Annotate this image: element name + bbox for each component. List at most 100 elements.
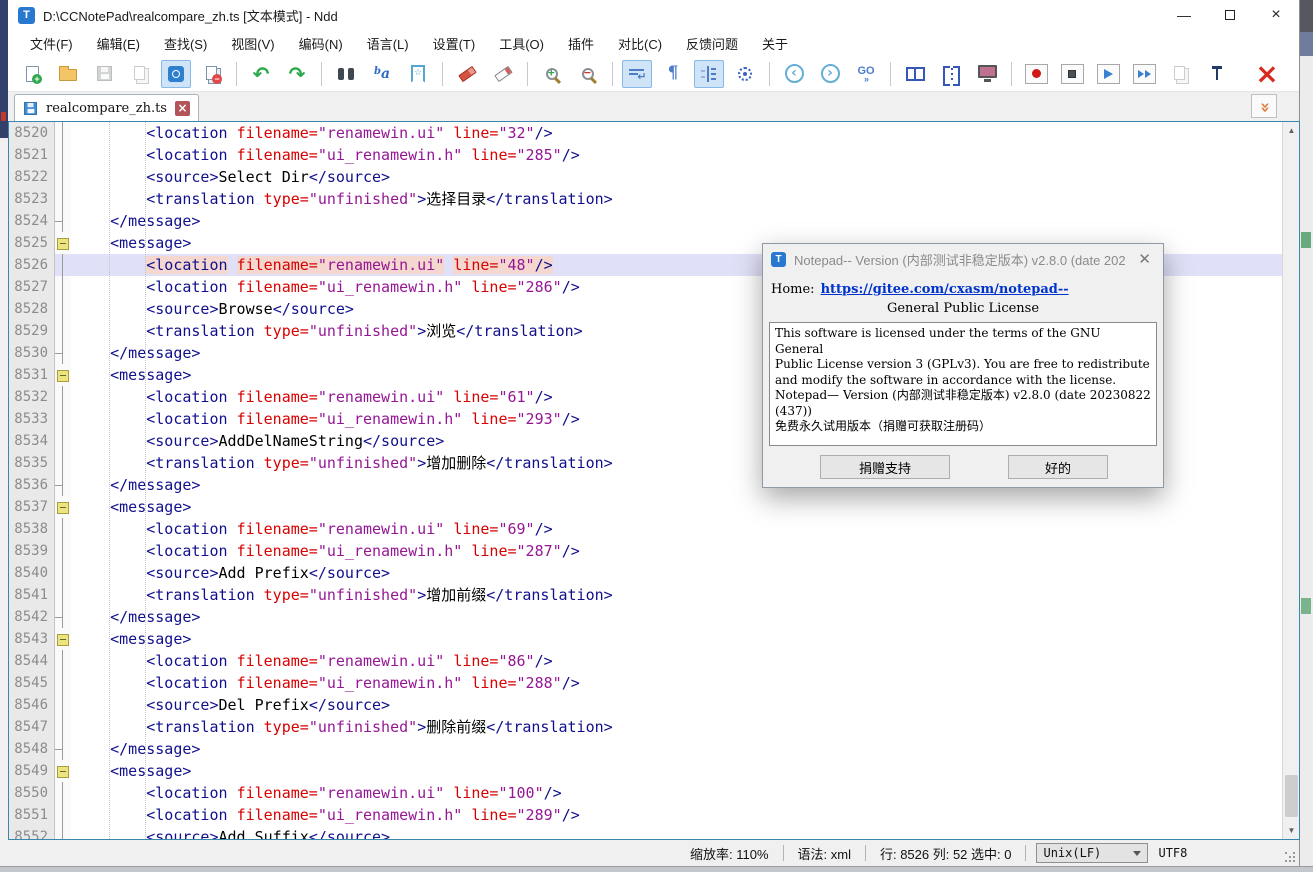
code-line[interactable]: 8548 </message>: [9, 738, 1282, 760]
code-line[interactable]: 8544 <location filename="renamewin.ui" l…: [9, 650, 1282, 672]
indent-guide-icon[interactable]: [694, 60, 724, 88]
code-line[interactable]: 8545 <location filename="ui_renamewin.h"…: [9, 672, 1282, 694]
bookmark-icon[interactable]: ☆: [403, 60, 433, 88]
show-symbol-icon[interactable]: ¶: [658, 60, 688, 88]
fold-marker-icon[interactable]: [55, 496, 71, 518]
menu-item-7[interactable]: 工具(O): [489, 31, 554, 56]
clear-history-icon[interactable]: [452, 60, 482, 88]
fold-margin: [55, 188, 71, 210]
license-line: and modify the software in accordance wi…: [775, 373, 1151, 389]
new-file-icon[interactable]: +: [17, 60, 47, 88]
menu-item-4[interactable]: 编码(N): [289, 31, 353, 56]
menu-item-1[interactable]: 编辑(E): [87, 31, 150, 56]
save-macro-icon[interactable]: [1165, 60, 1195, 88]
show-blank-icon[interactable]: [730, 60, 760, 88]
undo-icon[interactable]: ↶: [246, 60, 276, 88]
hide-toolbar-icon[interactable]: ×: [1252, 60, 1282, 88]
maximize-button[interactable]: [1207, 0, 1253, 30]
tab-list-chevron-icon[interactable]: »: [1251, 94, 1277, 118]
fold-margin: [55, 430, 71, 452]
code-line[interactable]: 8522 <source>Select Dir</source>: [9, 166, 1282, 188]
code-line[interactable]: 8551 <location filename="ui_renamewin.h"…: [9, 804, 1282, 826]
full-screen-icon[interactable]: [972, 60, 1002, 88]
file-compare-icon[interactable]: [161, 60, 191, 88]
code-text: <location filename="ui_renamewin.h" line…: [71, 540, 1282, 562]
code-line[interactable]: 8550 <location filename="renamewin.ui" l…: [9, 782, 1282, 804]
toolbar-right: ×: [1199, 60, 1285, 88]
nav-back-icon[interactable]: ‹: [779, 60, 809, 88]
document-map-icon[interactable]: [936, 60, 966, 88]
code-line[interactable]: 8521 <location filename="ui_renamewin.h"…: [9, 144, 1282, 166]
fold-margin: [55, 210, 71, 232]
zoom-in-icon[interactable]: +: [537, 60, 567, 88]
tab-realcompare[interactable]: realcompare_zh.ts ×: [14, 94, 199, 121]
donate-button[interactable]: 捐赠支持: [820, 455, 950, 479]
toolbar: +−↶↷ba☆+−↵¶‹›GO» ×: [8, 56, 1299, 92]
menu-item-8[interactable]: 插件: [558, 31, 604, 56]
stop-macro-icon[interactable]: [1057, 60, 1087, 88]
toolbar-separator: [769, 62, 770, 86]
pin-toolbar-icon[interactable]: [1202, 60, 1232, 88]
menu-item-0[interactable]: 文件(F): [20, 31, 83, 56]
code-line[interactable]: 8520 <location filename="renamewin.ui" l…: [9, 122, 1282, 144]
fold-margin: [55, 386, 71, 408]
close-document-icon[interactable]: −: [197, 60, 227, 88]
find-icon[interactable]: [331, 60, 361, 88]
menu-item-11[interactable]: 关于: [752, 31, 798, 56]
clear-marks-icon[interactable]: [488, 60, 518, 88]
menu-item-3[interactable]: 视图(V): [221, 31, 284, 56]
ok-button[interactable]: 好的: [1008, 455, 1108, 479]
tab-close-icon[interactable]: ×: [175, 101, 190, 116]
menu-item-5[interactable]: 语言(L): [357, 31, 419, 56]
code-line[interactable]: 8539 <location filename="ui_renamewin.h"…: [9, 540, 1282, 562]
menu-item-6[interactable]: 设置(T): [423, 31, 486, 56]
code-line[interactable]: 8524 </message>: [9, 210, 1282, 232]
code-line[interactable]: 8549 <message>: [9, 760, 1282, 782]
play-macro-icon[interactable]: [1093, 60, 1123, 88]
redo-icon[interactable]: ↷: [282, 60, 312, 88]
eol-select[interactable]: Unix(LF): [1036, 843, 1148, 863]
fold-marker-icon[interactable]: [55, 628, 71, 650]
open-file-icon[interactable]: [53, 60, 83, 88]
fold-marker-icon[interactable]: [55, 760, 71, 782]
scroll-down-icon[interactable]: ▼: [1283, 822, 1300, 839]
record-macro-icon[interactable]: [1021, 60, 1051, 88]
scroll-thumb[interactable]: [1285, 775, 1298, 817]
status-zoom: 缩放率: 110%: [676, 844, 783, 863]
menu-item-2[interactable]: 查找(S): [154, 31, 217, 56]
code-line[interactable]: 8552 <source>Add Suffix</source>: [9, 826, 1282, 840]
fold-marker-icon[interactable]: [55, 364, 71, 386]
license-line: (437)): [775, 404, 1151, 420]
code-line[interactable]: 8546 <source>Del Prefix</source>: [9, 694, 1282, 716]
vertical-scrollbar[interactable]: ▲ ▼: [1282, 122, 1299, 839]
dialog-home-row: Home:https://gitee.com/cxasm/notepad--: [771, 282, 1155, 297]
replace-icon[interactable]: ba: [367, 60, 397, 88]
nav-forward-icon[interactable]: ›: [815, 60, 845, 88]
line-number: 8543: [9, 628, 55, 650]
menu-item-10[interactable]: 反馈问题: [676, 31, 748, 56]
goto-line-icon[interactable]: GO»: [851, 60, 881, 88]
close-window-button[interactable]: ×: [1253, 0, 1299, 30]
code-line[interactable]: 8541 <translation type="unfinished">增加前缀…: [9, 584, 1282, 606]
save-icon[interactable]: [89, 60, 119, 88]
background-window-right: [1300, 0, 1313, 866]
run-macro-times-icon[interactable]: [1129, 60, 1159, 88]
code-line[interactable]: 8542 </message>: [9, 606, 1282, 628]
home-link[interactable]: https://gitee.com/cxasm/notepad--: [821, 282, 1069, 297]
code-line[interactable]: 8537 <message>: [9, 496, 1282, 518]
minimize-button[interactable]: —: [1161, 0, 1207, 30]
menu-item-9[interactable]: 对比(C): [608, 31, 672, 56]
code-line[interactable]: 8538 <location filename="renamewin.ui" l…: [9, 518, 1282, 540]
zoom-out-icon[interactable]: −: [573, 60, 603, 88]
code-line[interactable]: 8547 <translation type="unfinished">删除前缀…: [9, 716, 1282, 738]
scroll-up-icon[interactable]: ▲: [1283, 122, 1300, 139]
save-all-icon[interactable]: [125, 60, 155, 88]
code-line[interactable]: 8523 <translation type="unfinished">选择目录…: [9, 188, 1282, 210]
fold-marker-icon[interactable]: [55, 232, 71, 254]
code-line[interactable]: 8543 <message>: [9, 628, 1282, 650]
resize-grip[interactable]: [1285, 852, 1295, 862]
code-line[interactable]: 8540 <source>Add Prefix</source>: [9, 562, 1282, 584]
word-wrap-icon[interactable]: ↵: [622, 60, 652, 88]
dialog-close-icon[interactable]: ✕: [1134, 250, 1155, 268]
split-view-icon[interactable]: [900, 60, 930, 88]
